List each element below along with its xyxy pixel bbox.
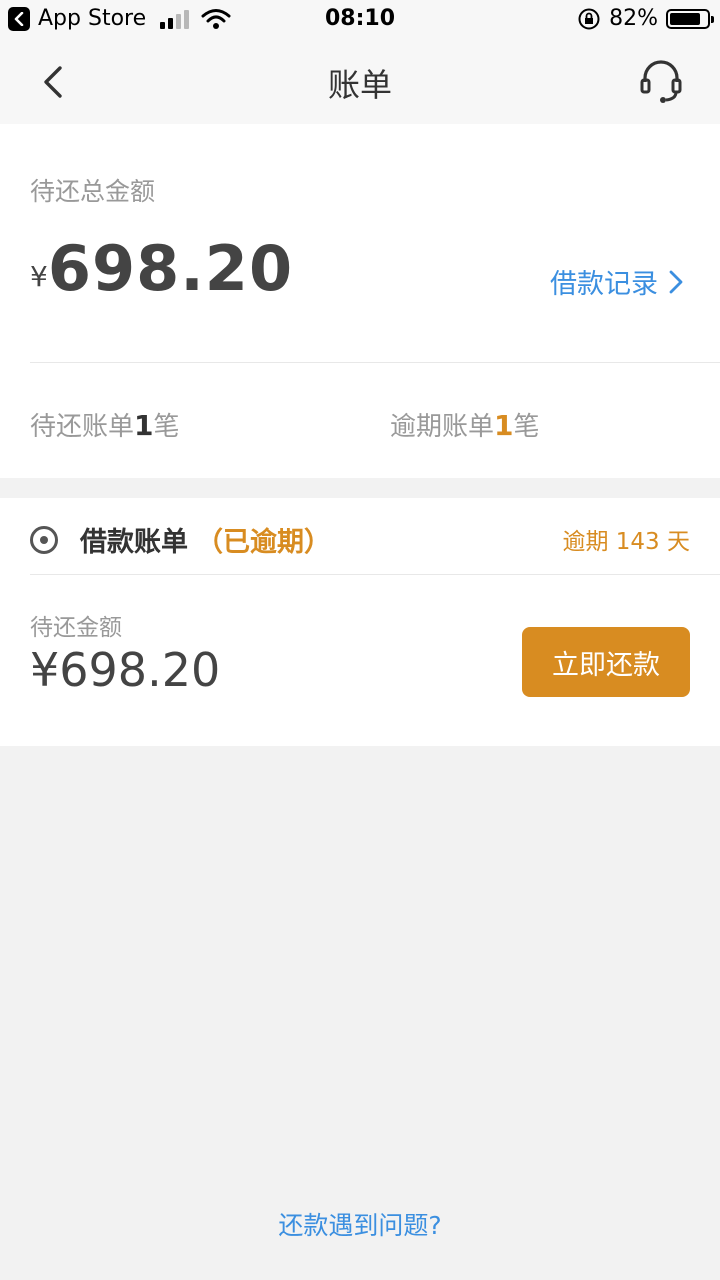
overdue-days: 逾期 143 天 <box>562 529 690 555</box>
due-amount-label: 待还金额 <box>30 615 122 641</box>
pending-bills-stat: 待还账单1笔 <box>30 406 180 443</box>
pending-bills-unit: 笔 <box>153 412 180 442</box>
page-title: 账单 <box>327 66 392 104</box>
loan-record-link[interactable]: 借款记录 <box>550 262 684 301</box>
chevron-right-icon <box>669 270 683 293</box>
overdue-bills-unit: 笔 <box>513 412 540 442</box>
back-to-app-icon[interactable] <box>8 6 30 31</box>
pending-bills-count: 1 <box>134 409 154 442</box>
orientation-lock-icon <box>578 8 600 29</box>
status-left: App Store <box>8 6 231 31</box>
battery-icon <box>666 8 714 29</box>
total-due-value: 698.20 <box>47 232 294 305</box>
cellular-signal-icon <box>160 9 190 29</box>
repay-now-button[interactable]: 立即还款 <box>522 627 690 697</box>
overdue-bills-label: 逾期账单 <box>390 412 495 442</box>
customer-service-headset-icon[interactable] <box>638 58 684 104</box>
repayment-help-link[interactable]: 还款遇到问题? <box>0 1206 720 1242</box>
overdue-status-badge: （已逾期） <box>196 527 331 558</box>
summary-card: 待还总金额 ¥698.20 借款记录 待还账单1笔 逾期账单1笔 <box>0 124 720 478</box>
bill-header: 借款账单 （已逾期） <box>30 520 331 559</box>
back-arrow-icon[interactable] <box>36 62 76 102</box>
loan-record-label: 借款记录 <box>550 269 658 300</box>
total-due-label: 待还总金额 <box>30 177 156 206</box>
divider <box>30 362 720 363</box>
status-right: 82% <box>577 6 714 31</box>
pending-bills-label: 待还账单 <box>30 412 135 442</box>
loan-bill-card[interactable]: 借款账单 （已逾期） 逾期 143 天 待还金额 ¥698.20 立即还款 <box>0 498 720 746</box>
due-amount-value: ¥698.20 <box>30 643 221 697</box>
bill-title: 借款账单 <box>80 527 188 558</box>
total-due-amount: ¥698.20 <box>30 232 293 305</box>
nav-bar: 账单 <box>0 40 720 124</box>
divider <box>30 574 720 575</box>
currency-symbol: ¥ <box>30 260 48 293</box>
coin-icon <box>30 525 58 554</box>
battery-percent: 82% <box>609 6 658 31</box>
overdue-bills-stat: 逾期账单1笔 <box>390 406 540 443</box>
status-bar: App Store 08:10 82% <box>0 0 720 40</box>
back-to-app-label[interactable]: App Store <box>38 6 146 31</box>
overdue-bills-count: 1 <box>494 409 514 442</box>
wifi-icon <box>201 8 231 29</box>
